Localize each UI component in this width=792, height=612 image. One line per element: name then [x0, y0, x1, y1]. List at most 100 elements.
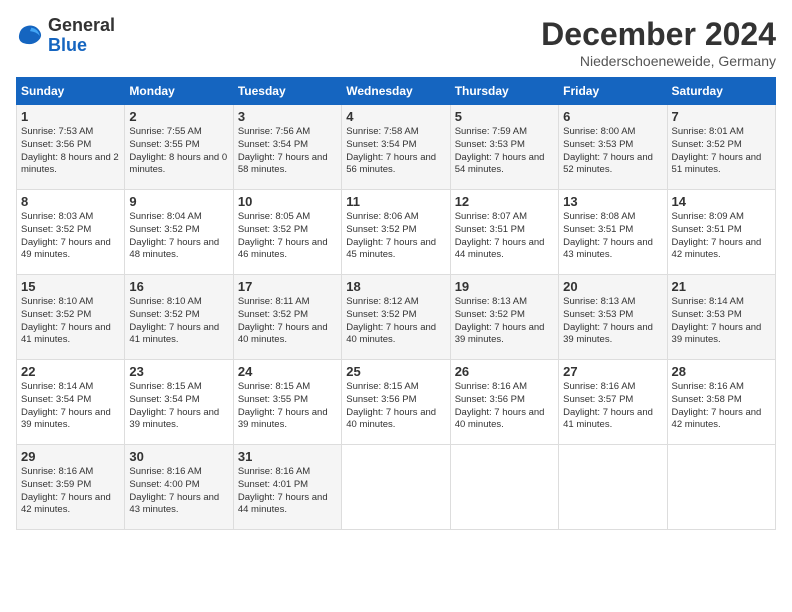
day-detail: Sunrise: 8:16 AMSunset: 3:59 PMDaylight:… — [21, 466, 120, 517]
day-detail: Sunrise: 7:56 AMSunset: 3:54 PMDaylight:… — [238, 126, 337, 177]
day-detail: Sunrise: 8:14 AMSunset: 3:53 PMDaylight:… — [672, 296, 771, 347]
header-row: SundayMondayTuesdayWednesdayThursdayFrid… — [17, 78, 776, 105]
day-detail: Sunrise: 8:12 AMSunset: 3:52 PMDaylight:… — [346, 296, 445, 347]
day-number: 27 — [563, 364, 662, 379]
header-monday: Monday — [125, 78, 233, 105]
day-number: 14 — [672, 194, 771, 209]
day-detail: Sunrise: 8:16 AMSunset: 3:57 PMDaylight:… — [563, 381, 662, 432]
day-detail: Sunrise: 8:01 AMSunset: 3:52 PMDaylight:… — [672, 126, 771, 177]
logo-icon — [16, 22, 44, 50]
header-tuesday: Tuesday — [233, 78, 341, 105]
month-title: December 2024 — [541, 16, 776, 53]
day-detail: Sunrise: 8:16 AMSunset: 4:01 PMDaylight:… — [238, 466, 337, 517]
day-cell: 7 Sunrise: 8:01 AMSunset: 3:52 PMDayligh… — [667, 105, 775, 190]
day-detail: Sunrise: 8:03 AMSunset: 3:52 PMDaylight:… — [21, 211, 120, 262]
day-number: 26 — [455, 364, 554, 379]
day-number: 1 — [21, 109, 120, 124]
day-cell — [342, 445, 450, 530]
day-cell: 31 Sunrise: 8:16 AMSunset: 4:01 PMDaylig… — [233, 445, 341, 530]
day-detail: Sunrise: 8:09 AMSunset: 3:51 PMDaylight:… — [672, 211, 771, 262]
day-number: 3 — [238, 109, 337, 124]
day-cell: 11 Sunrise: 8:06 AMSunset: 3:52 PMDaylig… — [342, 190, 450, 275]
day-cell: 1 Sunrise: 7:53 AMSunset: 3:56 PMDayligh… — [17, 105, 125, 190]
day-detail: Sunrise: 8:14 AMSunset: 3:54 PMDaylight:… — [21, 381, 120, 432]
day-cell: 30 Sunrise: 8:16 AMSunset: 4:00 PMDaylig… — [125, 445, 233, 530]
day-number: 20 — [563, 279, 662, 294]
day-detail: Sunrise: 7:58 AMSunset: 3:54 PMDaylight:… — [346, 126, 445, 177]
day-detail: Sunrise: 8:13 AMSunset: 3:53 PMDaylight:… — [563, 296, 662, 347]
week-row-1: 1 Sunrise: 7:53 AMSunset: 3:56 PMDayligh… — [17, 105, 776, 190]
day-number: 9 — [129, 194, 228, 209]
day-number: 31 — [238, 449, 337, 464]
header-friday: Friday — [559, 78, 667, 105]
day-number: 8 — [21, 194, 120, 209]
calendar-table: SundayMondayTuesdayWednesdayThursdayFrid… — [16, 77, 776, 530]
day-number: 4 — [346, 109, 445, 124]
day-number: 6 — [563, 109, 662, 124]
day-cell: 26 Sunrise: 8:16 AMSunset: 3:56 PMDaylig… — [450, 360, 558, 445]
day-cell — [667, 445, 775, 530]
day-number: 21 — [672, 279, 771, 294]
day-detail: Sunrise: 8:08 AMSunset: 3:51 PMDaylight:… — [563, 211, 662, 262]
week-row-4: 22 Sunrise: 8:14 AMSunset: 3:54 PMDaylig… — [17, 360, 776, 445]
day-detail: Sunrise: 8:13 AMSunset: 3:52 PMDaylight:… — [455, 296, 554, 347]
day-number: 19 — [455, 279, 554, 294]
logo: General Blue — [16, 16, 115, 56]
day-cell: 24 Sunrise: 8:15 AMSunset: 3:55 PMDaylig… — [233, 360, 341, 445]
day-detail: Sunrise: 8:16 AMSunset: 3:58 PMDaylight:… — [672, 381, 771, 432]
day-cell: 12 Sunrise: 8:07 AMSunset: 3:51 PMDaylig… — [450, 190, 558, 275]
day-cell: 18 Sunrise: 8:12 AMSunset: 3:52 PMDaylig… — [342, 275, 450, 360]
day-cell: 5 Sunrise: 7:59 AMSunset: 3:53 PMDayligh… — [450, 105, 558, 190]
day-cell: 2 Sunrise: 7:55 AMSunset: 3:55 PMDayligh… — [125, 105, 233, 190]
day-number: 25 — [346, 364, 445, 379]
day-detail: Sunrise: 8:00 AMSunset: 3:53 PMDaylight:… — [563, 126, 662, 177]
day-detail: Sunrise: 8:10 AMSunset: 3:52 PMDaylight:… — [21, 296, 120, 347]
day-cell: 16 Sunrise: 8:10 AMSunset: 3:52 PMDaylig… — [125, 275, 233, 360]
day-number: 16 — [129, 279, 228, 294]
day-number: 12 — [455, 194, 554, 209]
day-detail: Sunrise: 7:59 AMSunset: 3:53 PMDaylight:… — [455, 126, 554, 177]
day-detail: Sunrise: 8:16 AMSunset: 3:56 PMDaylight:… — [455, 381, 554, 432]
day-detail: Sunrise: 8:16 AMSunset: 4:00 PMDaylight:… — [129, 466, 228, 517]
day-detail: Sunrise: 8:06 AMSunset: 3:52 PMDaylight:… — [346, 211, 445, 262]
header-saturday: Saturday — [667, 78, 775, 105]
day-number: 29 — [21, 449, 120, 464]
day-detail: Sunrise: 8:15 AMSunset: 3:55 PMDaylight:… — [238, 381, 337, 432]
day-cell — [559, 445, 667, 530]
day-cell: 14 Sunrise: 8:09 AMSunset: 3:51 PMDaylig… — [667, 190, 775, 275]
day-detail: Sunrise: 7:55 AMSunset: 3:55 PMDaylight:… — [129, 126, 228, 177]
day-cell: 23 Sunrise: 8:15 AMSunset: 3:54 PMDaylig… — [125, 360, 233, 445]
day-cell: 21 Sunrise: 8:14 AMSunset: 3:53 PMDaylig… — [667, 275, 775, 360]
page-header: General Blue December 2024 Niederschoene… — [16, 16, 776, 69]
day-cell: 6 Sunrise: 8:00 AMSunset: 3:53 PMDayligh… — [559, 105, 667, 190]
day-cell — [450, 445, 558, 530]
day-detail: Sunrise: 8:11 AMSunset: 3:52 PMDaylight:… — [238, 296, 337, 347]
day-number: 28 — [672, 364, 771, 379]
day-cell: 17 Sunrise: 8:11 AMSunset: 3:52 PMDaylig… — [233, 275, 341, 360]
day-number: 13 — [563, 194, 662, 209]
week-row-2: 8 Sunrise: 8:03 AMSunset: 3:52 PMDayligh… — [17, 190, 776, 275]
day-detail: Sunrise: 8:15 AMSunset: 3:54 PMDaylight:… — [129, 381, 228, 432]
day-number: 15 — [21, 279, 120, 294]
day-number: 2 — [129, 109, 228, 124]
week-row-5: 29 Sunrise: 8:16 AMSunset: 3:59 PMDaylig… — [17, 445, 776, 530]
day-number: 7 — [672, 109, 771, 124]
day-number: 10 — [238, 194, 337, 209]
day-number: 30 — [129, 449, 228, 464]
day-number: 11 — [346, 194, 445, 209]
day-number: 23 — [129, 364, 228, 379]
day-detail: Sunrise: 8:04 AMSunset: 3:52 PMDaylight:… — [129, 211, 228, 262]
day-cell: 8 Sunrise: 8:03 AMSunset: 3:52 PMDayligh… — [17, 190, 125, 275]
day-detail: Sunrise: 8:15 AMSunset: 3:56 PMDaylight:… — [346, 381, 445, 432]
day-number: 5 — [455, 109, 554, 124]
day-cell: 19 Sunrise: 8:13 AMSunset: 3:52 PMDaylig… — [450, 275, 558, 360]
day-cell: 4 Sunrise: 7:58 AMSunset: 3:54 PMDayligh… — [342, 105, 450, 190]
day-cell: 29 Sunrise: 8:16 AMSunset: 3:59 PMDaylig… — [17, 445, 125, 530]
header-wednesday: Wednesday — [342, 78, 450, 105]
header-sunday: Sunday — [17, 78, 125, 105]
title-area: December 2024 Niederschoeneweide, German… — [541, 16, 776, 69]
location-title: Niederschoeneweide, Germany — [541, 53, 776, 69]
day-cell: 25 Sunrise: 8:15 AMSunset: 3:56 PMDaylig… — [342, 360, 450, 445]
day-detail: Sunrise: 8:05 AMSunset: 3:52 PMDaylight:… — [238, 211, 337, 262]
header-thursday: Thursday — [450, 78, 558, 105]
